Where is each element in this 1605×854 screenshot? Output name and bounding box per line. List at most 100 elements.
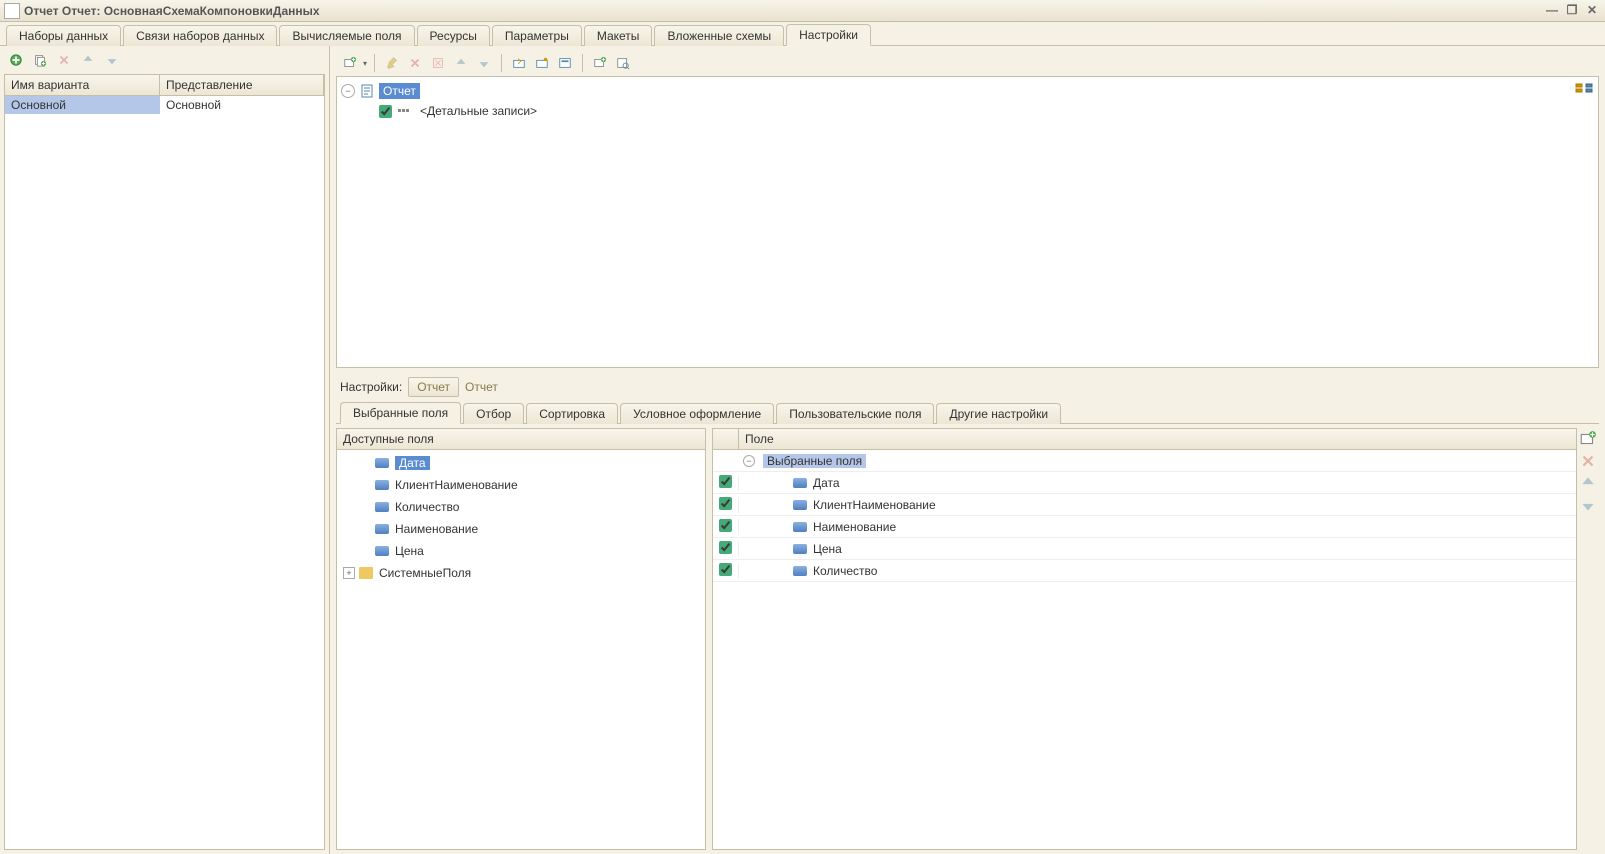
selected-field-row[interactable]: КлиентНаименование <box>713 494 1576 516</box>
field-checkbox[interactable] <box>719 541 732 554</box>
add-group-button[interactable] <box>340 53 360 73</box>
fields-split: Доступные поля Дата КлиентНаименование <box>336 428 1599 850</box>
breadcrumb-text: Отчет <box>465 380 498 394</box>
move-up-button <box>78 50 98 70</box>
field-checkbox[interactable] <box>719 497 732 510</box>
selected-field-row[interactable]: Количество <box>713 560 1576 582</box>
avail-field-client[interactable]: КлиентНаименование <box>339 474 703 496</box>
minimize-button[interactable]: — <box>1543 3 1561 19</box>
avail-field-label: Цена <box>395 544 424 558</box>
move-down-button-2 <box>474 53 494 73</box>
selected-field-label: КлиентНаименование <box>813 498 936 512</box>
breadcrumb-report-button[interactable]: Отчет <box>408 377 459 397</box>
field-icon <box>375 546 389 556</box>
avail-field-date[interactable]: Дата <box>339 452 703 474</box>
avail-field-price[interactable]: Цена <box>339 540 703 562</box>
selected-field-row[interactable]: Цена <box>713 538 1576 560</box>
avail-field-label: Наименование <box>395 522 478 536</box>
selected-field-row[interactable]: Наименование <box>713 516 1576 538</box>
field-checkbox[interactable] <box>719 475 732 488</box>
root-content: − Выбранные поля <box>739 454 1576 468</box>
variants-grid-header: Имя варианта Представление <box>5 75 324 96</box>
variants-grid[interactable]: Имя варианта Представление Основной Осно… <box>4 74 325 850</box>
field-icon <box>375 458 389 468</box>
move-down-button <box>102 50 122 70</box>
subtab-sort[interactable]: Сортировка <box>526 403 618 424</box>
fields-side-toolbar <box>1577 428 1599 850</box>
subtab-conditional[interactable]: Условное оформление <box>620 403 774 424</box>
avail-field-label: КлиентНаименование <box>395 478 518 492</box>
variants-panel: Имя варианта Представление Основной Осно… <box>0 46 330 854</box>
field-checkbox[interactable] <box>719 519 732 532</box>
detail-icon <box>396 103 412 119</box>
field-icon <box>793 522 807 532</box>
field-up-button <box>1579 474 1597 492</box>
main-tabs: Наборы данных Связи наборов данных Вычис… <box>0 22 1605 46</box>
available-fields-tree[interactable]: Дата КлиентНаименование Количество <box>337 450 705 849</box>
selected-field-label: Количество <box>813 564 877 578</box>
variants-toolbar <box>0 46 329 74</box>
check-column-header <box>713 429 739 449</box>
header-representation: Представление <box>160 75 324 95</box>
copy-variant-button[interactable] <box>30 50 50 70</box>
selected-fields-header: Поле <box>713 429 1576 450</box>
collapse-icon[interactable]: − <box>341 84 355 98</box>
tab-nested-schemas[interactable]: Вложенные схемы <box>654 25 784 46</box>
field-icon <box>793 566 807 576</box>
tab-calculated-fields[interactable]: Вычисляемые поля <box>279 25 414 46</box>
avail-field-quantity[interactable]: Количество <box>339 496 703 518</box>
header-variant-name: Имя варианта <box>5 75 160 95</box>
breadcrumb-label: Настройки: <box>340 380 402 394</box>
content-area: Имя варианта Представление Основной Осно… <box>0 46 1605 854</box>
variant-name-cell: Основной <box>5 96 160 114</box>
subtab-user-fields[interactable]: Пользовательские поля <box>776 403 934 424</box>
sub-tabs: Выбранные поля Отбор Сортировка Условное… <box>336 400 1599 424</box>
tree-root-row[interactable]: − Отчет <box>341 81 1594 101</box>
tab-settings[interactable]: Настройки <box>786 24 871 46</box>
tab-templates[interactable]: Макеты <box>584 25 653 46</box>
expand-icon[interactable]: + <box>343 567 355 579</box>
selected-root-row[interactable]: − Выбранные поля <box>713 450 1576 472</box>
selected-fields-grid[interactable]: Поле − Выбранные поля <box>712 428 1577 850</box>
field-column-header: Поле <box>739 429 1576 449</box>
variant-repr-cell: Основной <box>160 96 324 114</box>
tree-child-row[interactable]: <Детальные записи> <box>341 101 1594 121</box>
collapse-icon[interactable]: − <box>743 455 755 467</box>
close-button[interactable]: ✕ <box>1583 3 1601 19</box>
selected-field-label: Цена <box>813 542 842 556</box>
selected-field-row[interactable]: Дата <box>713 472 1576 494</box>
settings-tree-button[interactable] <box>1574 81 1594 97</box>
field-down-button <box>1579 496 1597 514</box>
field-icon <box>375 502 389 512</box>
avail-field-name[interactable]: Наименование <box>339 518 703 540</box>
available-fields-panel[interactable]: Доступные поля Дата КлиентНаименование <box>336 428 706 850</box>
delete-variant-button <box>54 50 74 70</box>
field-checkbox[interactable] <box>719 563 732 576</box>
preview-button[interactable] <box>613 53 633 73</box>
tab-parameters[interactable]: Параметры <box>492 25 582 46</box>
app-icon <box>4 3 20 19</box>
action2-button[interactable] <box>532 53 552 73</box>
tab-dataset-links[interactable]: Связи наборов данных <box>123 25 277 46</box>
subtab-filter[interactable]: Отбор <box>463 403 524 424</box>
maximize-button[interactable]: ❐ <box>1563 3 1581 19</box>
avail-field-label: Количество <box>395 500 459 514</box>
window-title: Отчет Отчет: ОсновнаяСхемаКомпоновкиДанн… <box>24 4 1541 18</box>
settings-panel: ▾ <box>330 46 1605 854</box>
constructor-button[interactable] <box>590 53 610 73</box>
folder-icon <box>359 567 373 579</box>
variant-row[interactable]: Основной Основной <box>5 96 324 114</box>
detail-records-checkbox[interactable] <box>379 105 392 118</box>
tab-datasets[interactable]: Наборы данных <box>6 25 121 46</box>
subtab-other[interactable]: Другие настройки <box>936 403 1061 424</box>
action1-button[interactable] <box>509 53 529 73</box>
subtab-selected-fields[interactable]: Выбранные поля <box>340 402 461 424</box>
add-field-button[interactable] <box>1579 430 1597 448</box>
tab-resources[interactable]: Ресурсы <box>417 25 490 46</box>
selected-root-label: Выбранные поля <box>763 454 866 468</box>
action3-button[interactable] <box>555 53 575 73</box>
tree-root-label: Отчет <box>379 83 420 99</box>
add-variant-button[interactable] <box>6 50 26 70</box>
structure-tree[interactable]: − Отчет <Детальные записи> <box>336 76 1599 368</box>
avail-system-fields[interactable]: + СистемныеПоля <box>339 562 703 584</box>
